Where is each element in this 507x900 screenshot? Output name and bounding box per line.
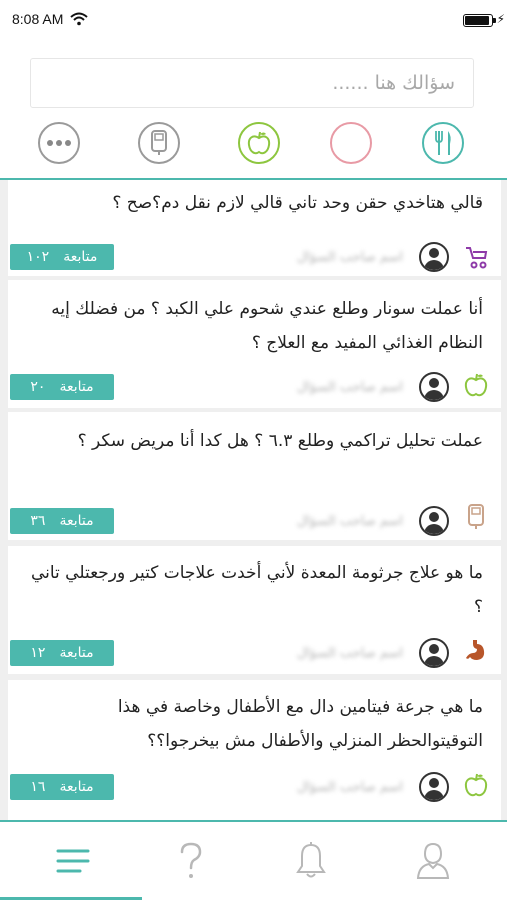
question-feed[interactable]: قالي هتاخدي حقن وحد تاني قالي لازم نقل د…	[0, 180, 507, 820]
follow-label: متابعة	[59, 779, 94, 795]
follow-button[interactable]: متابعة ١٦	[10, 774, 114, 800]
user-icon	[416, 842, 450, 879]
glucose-meter-icon	[468, 504, 484, 529]
question-card[interactable]: ما هو علاج جرثومة المعدة لأني أخدت علاجا…	[8, 546, 501, 674]
wifi-icon	[70, 12, 88, 26]
avatar[interactable]	[419, 638, 449, 668]
question-card[interactable]: أنا عملت سونار وطلع عندي شحوم علي الكبد …	[8, 280, 501, 408]
charging-icon: ⚡	[496, 12, 505, 26]
question-text[interactable]: ما هي جرعة فيتامين دال مع الأطفال وخاصة …	[22, 690, 483, 758]
question-card[interactable]: قالي هتاخدي حقن وحد تاني قالي لازم نقل د…	[8, 180, 501, 276]
category-circle[interactable]	[330, 122, 372, 164]
question-text[interactable]: ما هو علاج جرثومة المعدة لأني أخدت علاجا…	[22, 556, 483, 624]
search-input[interactable]	[31, 59, 473, 107]
follow-button[interactable]: متابعة ١٠٢	[10, 244, 114, 270]
category-diabetes[interactable]	[138, 122, 180, 164]
stomach-icon	[466, 640, 485, 660]
question-card[interactable]: عملت تحليل تراكمي وطلع ٦.٣ ؟ هل كدا أنا …	[8, 412, 501, 540]
follower-count: ٢٠	[30, 379, 46, 395]
apple-icon	[464, 373, 488, 397]
follow-label: متابعة	[59, 513, 94, 529]
avatar[interactable]	[419, 372, 449, 402]
stroller-icon	[466, 247, 488, 269]
apple-icon	[464, 773, 488, 797]
asker-name: اسم صاحب السؤال	[296, 514, 403, 529]
follow-label: متابعة	[59, 645, 94, 661]
question-mark-icon	[180, 842, 202, 878]
status-time: 8:08 AM	[12, 11, 64, 27]
category-more[interactable]	[38, 122, 80, 164]
more-dots-icon	[47, 140, 71, 146]
apple-icon	[247, 131, 271, 155]
glucose-meter-icon	[151, 130, 167, 155]
follow-button[interactable]: متابعة ١٢	[10, 640, 114, 666]
follower-count: ١٦	[30, 779, 46, 795]
follower-count: ٣٦	[30, 513, 46, 529]
menu-lines-icon	[56, 849, 90, 873]
tab-notifications[interactable]	[248, 822, 374, 900]
search-box[interactable]	[30, 58, 474, 108]
battery-icon	[463, 14, 496, 27]
follower-count: ١٢	[30, 645, 46, 661]
category-food[interactable]	[422, 122, 464, 164]
asker-name: اسم صاحب السؤال	[296, 646, 403, 661]
avatar[interactable]	[419, 242, 449, 272]
tab-profile[interactable]	[370, 822, 496, 900]
question-card[interactable]: ما هي جرعة فيتامين دال مع الأطفال وخاصة …	[8, 680, 501, 820]
tab-feed[interactable]	[10, 822, 136, 900]
asker-name: اسم صاحب السؤال	[296, 250, 403, 265]
tab-ask[interactable]	[128, 822, 254, 900]
bell-icon	[296, 842, 326, 878]
question-text[interactable]: عملت تحليل تراكمي وطلع ٦.٣ ؟ هل كدا أنا …	[22, 424, 483, 458]
avatar[interactable]	[419, 772, 449, 802]
asker-name: اسم صاحب السؤال	[296, 380, 403, 395]
question-text[interactable]: أنا عملت سونار وطلع عندي شحوم علي الكبد …	[22, 292, 483, 360]
question-text[interactable]: قالي هتاخدي حقن وحد تاني قالي لازم نقل د…	[22, 186, 483, 224]
follow-label: متابعة	[59, 379, 94, 395]
tab-bar	[0, 820, 507, 900]
avatar[interactable]	[419, 506, 449, 536]
follow-button[interactable]: متابعة ٢٠	[10, 374, 114, 400]
asker-name: اسم صاحب السؤال	[296, 780, 403, 795]
header	[0, 42, 507, 180]
category-nutrition[interactable]	[238, 122, 280, 164]
fork-knife-icon	[435, 131, 451, 155]
status-bar: 8:08 AM ⚡	[0, 0, 507, 42]
follow-label: متابعة	[63, 249, 98, 265]
follow-button[interactable]: متابعة ٣٦	[10, 508, 114, 534]
follower-count: ١٠٢	[26, 249, 50, 265]
